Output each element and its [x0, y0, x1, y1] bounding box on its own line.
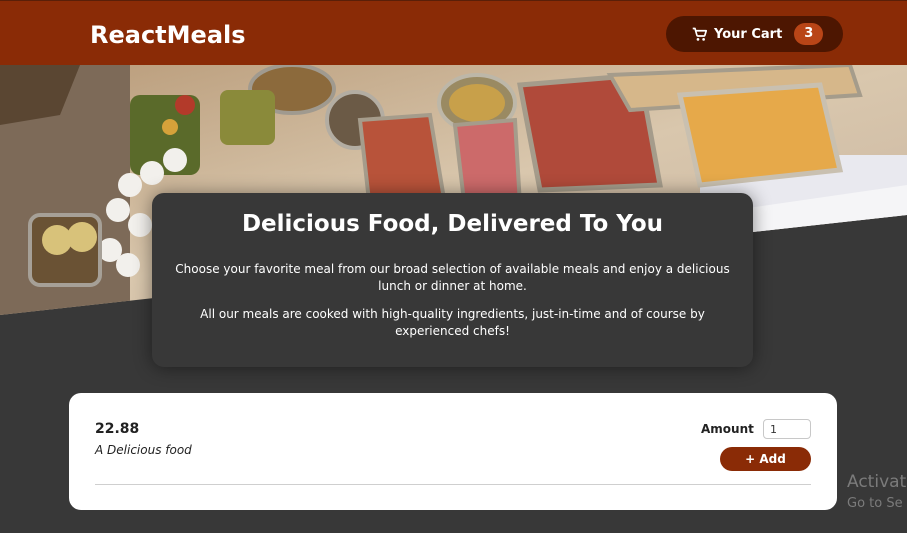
cart-icon	[692, 27, 708, 42]
cart-label: Your Cart	[714, 26, 783, 42]
amount-input[interactable]	[763, 419, 811, 439]
add-to-cart-button[interactable]: + Add	[720, 447, 811, 471]
cart-count-badge: 3	[794, 23, 824, 45]
summary-title: Delicious Food, Delivered To You	[241, 211, 664, 237]
meal-price: 22.88	[95, 421, 140, 437]
app-header: ReactMeals Your Cart 3	[0, 0, 907, 65]
amount-label: Amount	[701, 422, 754, 436]
divider	[95, 484, 811, 485]
activation-watermark: Activat	[847, 472, 907, 492]
summary-paragraph: Choose your favorite meal from our broad…	[175, 262, 730, 293]
summary-card: Delicious Food, Delivered To You Choose …	[152, 193, 753, 367]
cart-button[interactable]: Your Cart 3	[666, 16, 843, 52]
activation-watermark-subtext: Go to Se	[847, 496, 903, 511]
summary-paragraph: All our meals are cooked with high-quali…	[200, 307, 705, 338]
meals-list-card: 22.88 A Delicious food Amount + Add	[69, 393, 837, 510]
brand-title: ReactMeals	[90, 21, 246, 49]
meal-description: A Delicious food	[95, 443, 192, 457]
